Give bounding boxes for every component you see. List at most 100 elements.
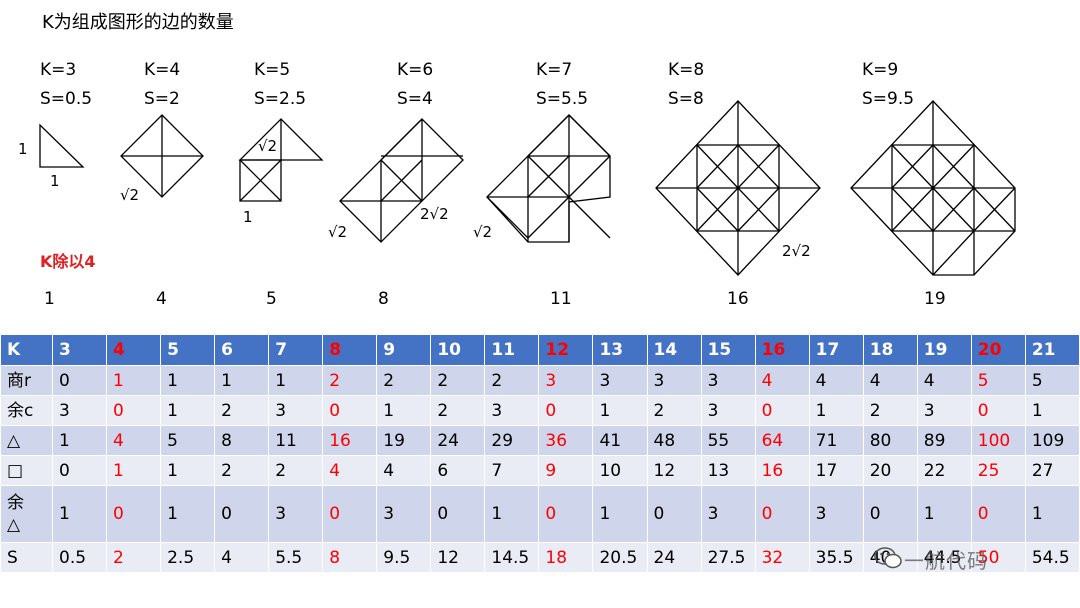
table-cell: 2 [646,395,702,426]
table-row: □ 0 1 1 2 2 4 4 6 7 9 10 12 13 16 17 20 22 25 27 [0,455,1080,486]
table-cell: 19 [376,425,432,456]
table-cell: 4 [214,542,270,573]
table-cell: 1 [916,485,972,543]
table-header-row: K 3 4 5 6 7 8 9 10 11 12 13 14 15 16 17 18 19 20 21 [0,334,1080,366]
side-label: √2 [328,223,348,241]
table-cell: 3 [700,395,756,426]
row-label: 余 △ [0,485,53,543]
figure-k7 [486,114,611,243]
table-cell: 1 [376,395,432,426]
table-cell: 1 [160,485,216,543]
table-cell: 29 [484,425,540,456]
side-label: 2√2 [782,242,811,260]
table-cell: 1 [268,365,324,396]
table-header-cell: 11 [484,334,540,366]
table-cell: 89 [916,425,972,456]
table-cell: 1 [1024,395,1080,426]
table-header-cell: 16 [754,334,810,366]
table-cell: 0 [322,395,378,426]
table-cell: 1 [160,365,216,396]
table-cell: 2 [376,365,432,396]
quotient-label: 5 [266,289,277,309]
table-cell: 0 [51,365,108,396]
table-cell: 0 [970,395,1026,426]
table-cell: 100 [970,425,1026,456]
table-cell: 1 [160,455,216,486]
table-cell: 12 [646,455,702,486]
table-cell: 5 [160,425,216,456]
table-cell: 0 [106,395,162,426]
table-row: △ 1 4 5 8 11 16 19 24 29 36 41 48 55 64 71 80 89 100 109 [0,425,1080,456]
table-header-cell: 10 [430,334,486,366]
table-cell: 13 [700,455,756,486]
table-cell: 4 [322,455,378,486]
table-header-cell: 12 [538,334,594,366]
table-row: 余c 3 0 1 2 3 0 1 2 3 0 1 2 3 0 1 2 3 0 1 [0,395,1080,426]
table-cell: 1 [106,455,162,486]
table-cell: 0 [214,485,270,543]
table-cell: 5.5 [268,542,324,573]
table-cell: 55 [700,425,756,456]
table-cell: 3 [268,485,324,543]
table-cell: 3 [51,395,108,426]
quotient-label: 11 [550,289,572,309]
watermark: 一航代码 [904,549,988,573]
table-cell: 1 [808,395,864,426]
table-cell: 2 [430,395,486,426]
table-cell: 1 [592,395,648,426]
table-cell: 16 [322,425,378,456]
table-cell: 14.5 [484,542,540,573]
table-cell: 1 [214,365,270,396]
table-cell: 6 [430,455,486,486]
table-cell: 48 [646,425,702,456]
table-cell: 0 [970,485,1026,543]
row-label: △ [0,425,53,456]
table-cell: 5 [970,365,1026,396]
row-label: □ [0,455,53,486]
table-cell: 8 [322,542,378,573]
quotient-label: 19 [924,289,946,309]
table-cell: 0 [106,485,162,543]
table-cell: 32 [754,542,810,573]
table-cell: 25 [970,455,1026,486]
table-cell: 20.5 [592,542,648,573]
table-cell: 3 [592,365,648,396]
table-cell: 71 [808,425,864,456]
table-header-cell: 14 [646,334,702,366]
table-cell: 2 [214,395,270,426]
table-cell: 4 [376,455,432,486]
table-cell: 35.5 [808,542,864,573]
side-label: 1 [243,208,253,226]
table-header-cell: 3 [51,334,108,366]
table-header-cell: 13 [592,334,648,366]
table-cell: 3 [538,365,594,396]
table-cell: 2 [322,365,378,396]
table-cell: 2 [106,542,162,573]
table-cell: 1 [592,485,648,543]
table-body: 商r 0 1 1 1 1 2 2 2 2 3 3 3 3 4 4 4 4 5 5 余c 3 0 1 2 3 0 1 2 3 0 1 2 3 0 1 2 3… [0,365,1080,573]
table-header-cell: 21 [1024,334,1080,366]
table-header-cell: 7 [268,334,324,366]
table-cell: 24 [430,425,486,456]
table-cell: 0 [754,485,810,543]
table-header-cell: 5 [160,334,216,366]
table-cell: 1 [1024,485,1080,543]
table-header-cell: 18 [862,334,918,366]
table-cell: 4 [862,365,918,396]
side-label: 2√2 [420,205,449,223]
table-cell: 4 [808,365,864,396]
table-cell: 3 [808,485,864,543]
side-label: √2 [258,137,278,155]
table-cell: 2 [268,455,324,486]
table-cell: 16 [754,455,810,486]
table-cell: 4 [754,365,810,396]
figure-k4 [120,114,204,198]
table-cell: 3 [646,365,702,396]
table-cell: 0 [322,485,378,543]
table-cell: 0 [646,485,702,543]
table-cell: 2 [430,365,486,396]
table-cell: 2 [484,365,540,396]
table-cell: 27.5 [700,542,756,573]
table-cell: 1 [106,365,162,396]
table-row: 商r 0 1 1 1 1 2 2 2 2 3 3 3 3 4 4 4 4 5 5 [0,365,1080,396]
